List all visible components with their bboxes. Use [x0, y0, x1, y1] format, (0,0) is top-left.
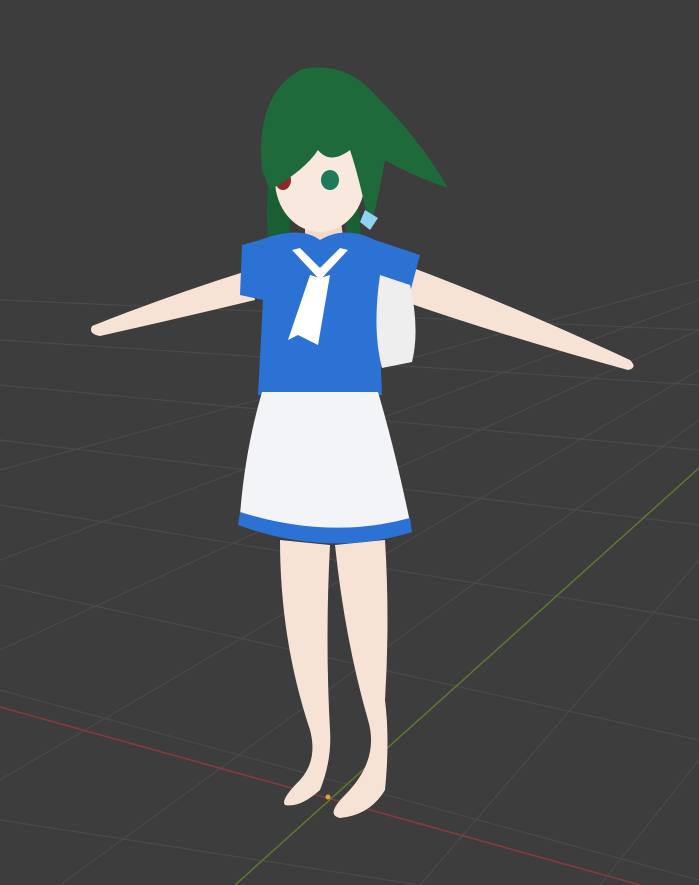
right-leg — [333, 540, 388, 818]
left-arm — [91, 270, 255, 336]
origin-point[interactable] — [325, 794, 331, 800]
viewport-canvas[interactable] — [0, 0, 699, 885]
character-model[interactable] — [91, 67, 634, 818]
left-leg — [280, 540, 331, 806]
right-arm — [400, 265, 634, 370]
backpack — [376, 275, 416, 368]
3d-viewport[interactable] — [0, 0, 699, 885]
earring — [360, 210, 378, 230]
pleated-skirt — [240, 392, 410, 532]
right-eye — [321, 170, 339, 190]
